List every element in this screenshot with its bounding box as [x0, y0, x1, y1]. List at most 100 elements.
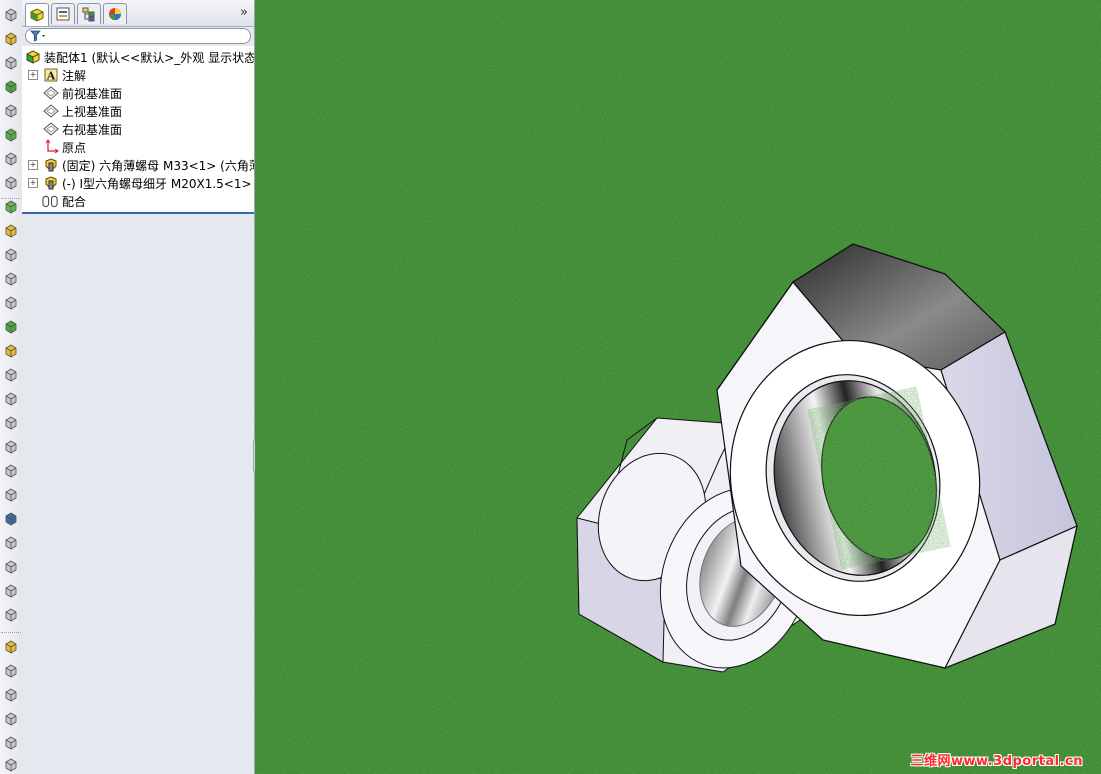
- toolbar-button-8[interactable]: [2, 174, 19, 191]
- expand-toggle[interactable]: +: [28, 178, 38, 188]
- toolbar-button-24[interactable]: [2, 558, 19, 575]
- tool-icon: [5, 416, 16, 429]
- tree-item-label: (固定) 六角薄螺母 M33<1> (六角薄: [62, 158, 254, 173]
- tree-item-label: 注解: [62, 68, 87, 83]
- toolbar-button-1[interactable]: [2, 6, 19, 23]
- toolbar-button-18[interactable]: [2, 414, 19, 431]
- configuration-manager-tab[interactable]: [77, 3, 101, 24]
- svg-text:A: A: [45, 70, 55, 83]
- toolbar-button-17[interactable]: [2, 390, 19, 407]
- toolbar-button-7[interactable]: [2, 150, 19, 167]
- more-tabs-button[interactable]: »: [240, 5, 248, 20]
- tool-icon: [5, 296, 16, 309]
- toolbar-button-14[interactable]: [2, 318, 19, 335]
- tool-icon: [5, 32, 16, 45]
- tree-item[interactable]: + A 注解: [28, 66, 87, 84]
- plane-icon: [42, 103, 59, 119]
- toolbar-button-4[interactable]: [2, 78, 19, 95]
- tool-icon: [5, 488, 16, 501]
- toolbar-button-6[interactable]: [2, 126, 19, 143]
- tool-icon: [5, 512, 16, 525]
- tree-item-label: 前视基准面: [62, 86, 123, 101]
- tool-icon: [5, 320, 16, 333]
- graphics-viewport[interactable]: 三维网www.3dportal.cn: [255, 0, 1101, 774]
- tree-item[interactable]: 配合: [42, 192, 86, 210]
- toolbar-button-27[interactable]: [2, 638, 19, 655]
- expand-toggle[interactable]: +: [28, 160, 38, 170]
- toolbar-button-28[interactable]: [2, 662, 19, 679]
- toolbar-button-9[interactable]: [2, 198, 19, 215]
- tool-icon: [5, 272, 16, 285]
- toolbar-button-21[interactable]: [2, 486, 19, 503]
- toolbar-button-5[interactable]: [2, 102, 19, 119]
- toolbar-button-31[interactable]: [2, 734, 19, 751]
- tree-item-label: 原点: [62, 140, 87, 155]
- tool-icon: [5, 152, 16, 165]
- plane-icon: [42, 121, 59, 137]
- tree-item[interactable]: 前视基准面: [42, 84, 122, 102]
- toolbar-button-11[interactable]: [2, 246, 19, 263]
- feature-tree: 装配体1 (默认<<默认>_外观 显示状态 + A 注解前视基准面 上视基准面 右视基准…: [22, 46, 254, 214]
- toolbar-button-12[interactable]: [2, 270, 19, 287]
- property-manager-tab[interactable]: [51, 3, 75, 24]
- tree-filter-input[interactable]: [25, 28, 251, 44]
- tool-icon: [5, 80, 16, 93]
- toolbar-button-16[interactable]: [2, 366, 19, 383]
- feature-manager-panel: » 装配体1 (默认<<默认>_外观 显示状态 + A 注解前视基准面 上视基准面 右视…: [22, 0, 255, 774]
- display-manager-tab[interactable]: [103, 3, 127, 24]
- toolbar-button-13[interactable]: [2, 294, 19, 311]
- tool-icon: [5, 104, 16, 117]
- tool-icon: [5, 392, 16, 405]
- plane-icon: [42, 85, 59, 101]
- tool-icon: [5, 560, 16, 573]
- tool-icon: [5, 584, 16, 597]
- tree-root-label: 装配体1 (默认<<默认>_外观 显示状态: [44, 50, 254, 65]
- tree-item[interactable]: 右视基准面: [42, 120, 122, 138]
- command-toolbar: [0, 0, 23, 774]
- tree-item[interactable]: + (固定) 六角薄螺母 M33<1> (六角薄: [28, 156, 254, 174]
- toolbar-button-29[interactable]: [2, 686, 19, 703]
- toolbar-button-26[interactable]: [2, 606, 19, 623]
- tree-root-assembly[interactable]: 装配体1 (默认<<默认>_外观 显示状态: [24, 48, 254, 66]
- toolbar-button-23[interactable]: [2, 534, 19, 551]
- annotation-icon: A: [42, 67, 59, 83]
- tree-item-label: (-) I型六角螺母细牙 M20X1.5<1>: [62, 176, 252, 191]
- tool-icon: [5, 248, 16, 261]
- toolbar-button-30[interactable]: [2, 710, 19, 727]
- tree-item-label: 配合: [62, 194, 87, 209]
- tool-icon: [5, 344, 16, 357]
- toolbar-button-10[interactable]: [2, 222, 19, 239]
- toolbar-separator: [1, 632, 21, 633]
- toolbar-button-25[interactable]: [2, 582, 19, 599]
- feature-manager-icon: [30, 8, 44, 22]
- toolbar-button-3[interactable]: [2, 54, 19, 71]
- toolbar-button-19[interactable]: [2, 438, 19, 455]
- manager-tabs: »: [22, 0, 254, 27]
- tool-icon: [5, 736, 16, 749]
- origin-icon: [42, 139, 59, 155]
- tool-icon: [5, 368, 16, 381]
- tree-item[interactable]: + (-) I型六角螺母细牙 M20X1.5<1>: [28, 174, 252, 192]
- model-render: [255, 0, 1101, 774]
- tool-icon: [5, 440, 16, 453]
- tool-icon: [5, 200, 16, 213]
- tool-icon: [5, 608, 16, 621]
- watermark-text: 三维网www.3dportal.cn: [910, 754, 1083, 769]
- tool-icon: [5, 536, 16, 549]
- feature-manager-tab[interactable]: [25, 3, 49, 26]
- expand-toggle[interactable]: +: [28, 70, 38, 80]
- display-manager-icon: [109, 8, 121, 20]
- toolbar-button-32[interactable]: [2, 756, 19, 773]
- tree-item[interactable]: 原点: [42, 138, 86, 156]
- mates-icon: [42, 193, 59, 209]
- property-manager-icon: [56, 7, 70, 21]
- tool-icon: [5, 688, 16, 701]
- toolbar-button-20[interactable]: [2, 462, 19, 479]
- toolbar-button-15[interactable]: [2, 342, 19, 359]
- tool-icon: [5, 128, 16, 141]
- tool-icon: [5, 758, 16, 771]
- tree-item[interactable]: 上视基准面: [42, 102, 122, 120]
- toolbar-button-2[interactable]: [2, 30, 19, 47]
- filter-icon: [30, 30, 45, 42]
- toolbar-button-22[interactable]: [2, 510, 19, 527]
